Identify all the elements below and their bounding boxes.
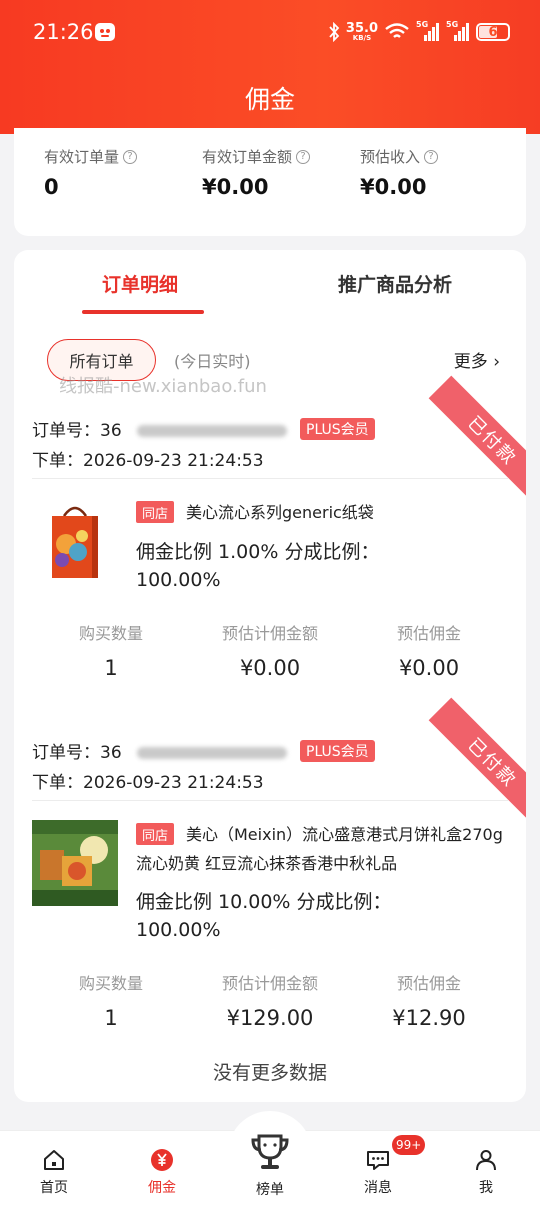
speed-unit: KB/S	[352, 34, 372, 42]
paid-ribbon: 已付款	[428, 697, 526, 827]
product-name[interactable]: 美心流心系列generic纸袋	[136, 498, 508, 527]
tab-product-analysis[interactable]: 推广商品分析	[338, 270, 452, 297]
stat-value-est-amount: ¥129.00	[226, 1006, 314, 1030]
summary-value: ¥0.00	[360, 175, 427, 199]
nav-home-label: 首页	[40, 1180, 68, 1196]
trophy-icon	[248, 1131, 292, 1173]
order-number-label: 订单号：	[32, 421, 100, 441]
summary-valid-amount: 有效订单金额? ¥0.00	[202, 146, 311, 199]
nav-me[interactable]: 我	[432, 1131, 540, 1206]
order-item[interactable]: 已付款 订单号：36 PLUS会员 下单：2026-09-23 21:24:53…	[14, 697, 526, 1050]
bluetooth-icon	[329, 22, 340, 42]
order-time-value: 2026-09-23 21:24:53	[83, 451, 264, 471]
divider	[32, 800, 508, 801]
wifi-icon	[385, 23, 409, 38]
order-time: 下单：2026-09-23 21:24:53	[32, 768, 264, 793]
yen-icon	[149, 1147, 175, 1173]
bottom-nav: 首页 佣金 榜单 消息 99+ 我	[0, 1111, 540, 1206]
page-title: 佣金	[244, 85, 295, 114]
summary-card: 有效订单量? 0 有效订单金额? ¥0.00 预估收入? ¥0.00	[14, 128, 526, 236]
realtime-label: (今日实时)	[174, 352, 251, 371]
status-bar: 21:26 35.0 KB/S 5G 5G 6	[0, 0, 540, 62]
orders-card: 订单明细 推广商品分析 所有订单 (今日实时) 更多 › 线报酷-new.xia…	[14, 250, 526, 1102]
order-time-label: 下单：	[32, 773, 83, 793]
stat-label-est-commission: 预估佣金	[396, 974, 461, 993]
summary-label: 预估收入	[360, 148, 421, 166]
stat-value-quantity: 1	[104, 656, 118, 680]
summary-value: 0	[44, 175, 59, 199]
nav-commission-label: 佣金	[148, 1180, 176, 1196]
nav-ranking-label: 榜单	[256, 1182, 284, 1198]
summary-label: 有效订单量	[44, 148, 120, 166]
product-name[interactable]: 美心（Meixin）流心盛意港式月饼礼盒270g 流心奶黄 红豆流心抹茶香港中秋…	[136, 820, 508, 878]
order-number-value: 36	[100, 743, 122, 763]
no-more-data: 没有更多数据	[212, 1062, 327, 1084]
unread-badge: 99+	[392, 1135, 426, 1155]
battery-icon: 6	[476, 23, 510, 41]
order-number: 订单号：36	[32, 416, 288, 441]
tab-order-details[interactable]: 订单明细	[102, 270, 178, 297]
tab-indicator	[82, 310, 204, 314]
summary-value: ¥0.00	[202, 175, 269, 199]
nav-ranking[interactable]: 榜单	[216, 1131, 324, 1206]
order-number-value: 36	[100, 421, 122, 441]
summary-valid-orders: 有效订单量? 0	[44, 146, 138, 199]
plus-member-badge: PLUS会员	[300, 740, 375, 762]
divider	[32, 478, 508, 479]
user-icon	[473, 1147, 499, 1173]
nav-messages-label: 消息	[364, 1180, 392, 1196]
notification-app-icon	[95, 23, 115, 41]
signal-2: 5G	[446, 20, 470, 43]
redacted-order-number	[137, 747, 288, 759]
stat-label-est-commission: 预估佣金	[396, 624, 461, 643]
app-header: 21:26 35.0 KB/S 5G 5G 6 佣金	[0, 0, 540, 134]
signal-bars-icon	[424, 23, 439, 41]
summary-estimated-income: 预估收入? ¥0.00	[360, 146, 439, 199]
more-link[interactable]: 更多 ›	[454, 347, 500, 372]
commission-rate: 佣金比例 1.00% 分成比例：	[136, 541, 380, 563]
commission-rate: 佣金比例 10.00% 分成比例：	[136, 891, 392, 913]
status-time: 21:26	[33, 20, 94, 44]
stat-value-quantity: 1	[104, 1006, 118, 1030]
order-item[interactable]: 已付款 订单号：36 PLUS会员 下单：2026-09-23 21:24:53…	[14, 375, 526, 698]
paid-ribbon: 已付款	[428, 375, 526, 505]
stat-label-est-amount: 预估计佣金额	[221, 974, 318, 993]
battery-level: 6	[488, 24, 498, 40]
stat-value-est-amount: ¥0.00	[239, 656, 301, 680]
network-speed: 35.0 KB/S	[346, 22, 378, 42]
stat-label-quantity: 购买数量	[78, 974, 143, 993]
share-rate: 100.00%	[136, 919, 221, 941]
status-icons: 35.0 KB/S 5G 5G 6	[328, 18, 510, 46]
stat-value-est-commission: ¥0.00	[398, 656, 460, 680]
redacted-order-number	[137, 425, 288, 437]
share-rate: 100.00%	[136, 569, 221, 591]
message-icon	[365, 1147, 391, 1173]
plus-member-badge: PLUS会员	[300, 418, 375, 440]
help-icon[interactable]: ?	[424, 149, 439, 164]
order-time-value: 2026-09-23 21:24:53	[83, 773, 264, 793]
nav-me-label: 我	[479, 1180, 493, 1196]
order-time: 下单：2026-09-23 21:24:53	[32, 446, 264, 471]
nav-commission[interactable]: 佣金	[108, 1131, 216, 1206]
nav-home[interactable]: 首页	[0, 1131, 108, 1206]
stat-label-est-amount: 预估计佣金额	[221, 624, 318, 643]
order-number-label: 订单号：	[32, 743, 100, 763]
help-icon[interactable]: ?	[123, 149, 138, 164]
order-number: 订单号：36	[32, 738, 288, 763]
summary-label: 有效订单金额	[202, 148, 293, 166]
product-image-paper-bag[interactable]	[32, 500, 118, 586]
help-icon[interactable]: ?	[296, 149, 311, 164]
home-icon	[41, 1147, 67, 1173]
stat-label-quantity: 购买数量	[78, 624, 143, 643]
product-image-mooncake-box[interactable]	[32, 820, 118, 906]
signal-1: 5G	[416, 20, 440, 43]
stat-value-est-commission: ¥12.90	[392, 1006, 466, 1030]
order-time-label: 下单：	[32, 451, 83, 471]
signal-bars-icon	[454, 23, 469, 41]
